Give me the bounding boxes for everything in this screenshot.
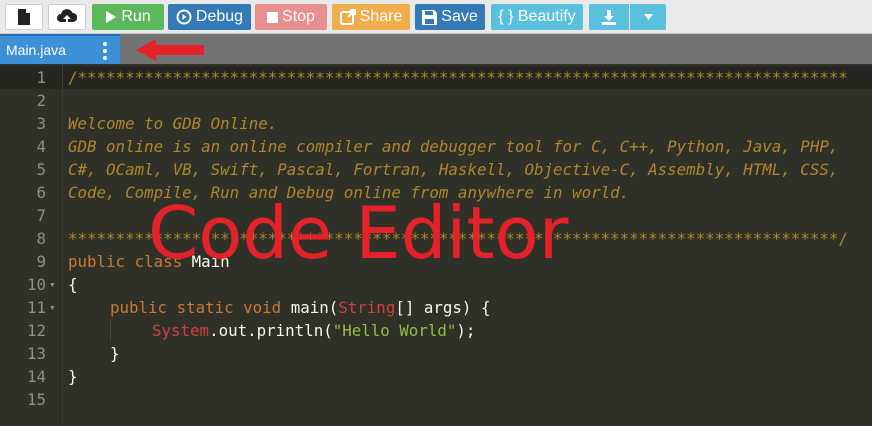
- code-line-1: 1 /*************************************…: [0, 66, 872, 89]
- download-icon: [602, 9, 616, 25]
- line-number: 6: [36, 183, 46, 202]
- comment-text: Welcome to GDB Online.: [68, 114, 278, 133]
- method-name: main(: [290, 298, 339, 317]
- fold-arrow-icon[interactable]: ▾: [49, 296, 59, 319]
- caret-down-icon: [643, 14, 653, 20]
- code-text: public class Main: [68, 250, 230, 273]
- indent-guide: [110, 319, 111, 342]
- string-literal: "Hello World": [332, 321, 457, 340]
- code-line-13: 13 }: [0, 342, 872, 365]
- comment-text: GDB online is an online compiler and deb…: [68, 137, 839, 156]
- code-mid: .out.println(: [209, 321, 333, 340]
- line-number: 2: [36, 91, 46, 110]
- fold-arrow-icon[interactable]: ▾: [49, 273, 59, 296]
- code-end: );: [456, 321, 476, 340]
- stop-button[interactable]: Stop: [255, 4, 327, 30]
- code-line-11: 11 ▾ public static void main(String[] ar…: [0, 296, 872, 319]
- line-number: 9: [36, 252, 46, 271]
- code-line-4: 4 GDB online is an online compiler and d…: [0, 135, 872, 158]
- code-line-3: 3 Welcome to GDB Online.: [0, 112, 872, 135]
- code-line-12: 12 System.out.println("Hello World");: [0, 319, 872, 342]
- share-icon: [339, 9, 356, 25]
- beautify-button-label: { } Beautify: [498, 8, 576, 25]
- code-line-9: 9 public class Main: [0, 250, 872, 273]
- code-line-7: 7: [0, 204, 872, 227]
- file-tab-bar: Main.java: [0, 34, 872, 64]
- line-number: 14: [26, 367, 46, 386]
- beautify-button[interactable]: { } Beautify: [491, 4, 583, 30]
- keyword: public static void: [110, 298, 291, 317]
- stop-icon: [267, 11, 279, 23]
- line-number: 4: [36, 137, 46, 156]
- code-text: {: [68, 275, 78, 294]
- debug-button-label: Debug: [195, 8, 244, 25]
- line-number: 8: [36, 229, 46, 248]
- new-file-button[interactable]: [5, 4, 43, 30]
- comment-text: Code, Compile, Run and Debug online from…: [68, 183, 630, 202]
- new-file-icon: [18, 9, 30, 25]
- download-button[interactable]: [589, 4, 629, 30]
- red-arrow-icon: [136, 39, 204, 61]
- code-line-8: 8 **************************************…: [0, 227, 872, 250]
- debug-play-circle-icon: [176, 9, 192, 25]
- code-text: }: [110, 344, 120, 363]
- code-line-6: 6 Code, Compile, Run and Debug online fr…: [0, 181, 872, 204]
- save-button-label: Save: [441, 8, 478, 25]
- upload-icon: [57, 9, 77, 24]
- code-line-5: 5 C#, OCaml, VB, Swift, Pascal, Fortran,…: [0, 158, 872, 181]
- code-editor[interactable]: 1 /*************************************…: [0, 64, 872, 426]
- code-text: }: [68, 367, 78, 386]
- line-number: 5: [36, 160, 46, 179]
- toolbar: Run Debug Stop Share Save { } Beautify: [0, 0, 872, 34]
- code-rest: [] args) {: [395, 298, 491, 317]
- upload-button[interactable]: [48, 4, 86, 30]
- code-line-14: 14 }: [0, 365, 872, 388]
- save-button[interactable]: Save: [415, 4, 485, 30]
- debug-button[interactable]: Debug: [168, 4, 251, 30]
- line-number: 13: [26, 344, 46, 363]
- download-dropdown-button[interactable]: [630, 4, 666, 30]
- tab-main-java[interactable]: Main.java: [0, 34, 120, 64]
- share-button-label: Share: [359, 8, 403, 25]
- line-number: 7: [36, 206, 46, 225]
- comment-text: ****************************************…: [68, 229, 848, 248]
- line-number: 1: [36, 68, 46, 87]
- type-name: System: [152, 321, 210, 340]
- run-button[interactable]: Run: [92, 4, 164, 30]
- play-icon: [106, 11, 117, 23]
- type-name: String: [338, 298, 396, 317]
- code-text: public static void main(String[] args) {: [110, 296, 490, 319]
- line-number: 15: [26, 390, 46, 409]
- comment-text: /***************************************…: [68, 68, 848, 87]
- share-button[interactable]: Share: [332, 4, 410, 30]
- code-line-15: 15: [0, 388, 872, 411]
- line-number: 11: [26, 298, 46, 317]
- stop-button-label: Stop: [282, 8, 315, 25]
- vertical-dots-icon[interactable]: [98, 42, 112, 60]
- class-name: Main: [191, 252, 230, 271]
- tab-filename: Main.java: [6, 42, 66, 58]
- line-number: 3: [36, 114, 46, 133]
- code-line-10: 10 ▾ {: [0, 273, 872, 296]
- floppy-icon: [422, 9, 438, 25]
- keyword: public class: [68, 252, 192, 271]
- run-button-label: Run: [121, 8, 151, 25]
- line-number: 10: [26, 275, 46, 294]
- code-line-2: 2: [0, 89, 872, 112]
- code-text: System.out.println("Hello World");: [152, 319, 475, 342]
- line-number: 12: [26, 321, 46, 340]
- comment-text: C#, OCaml, VB, Swift, Pascal, Fortran, H…: [68, 160, 839, 179]
